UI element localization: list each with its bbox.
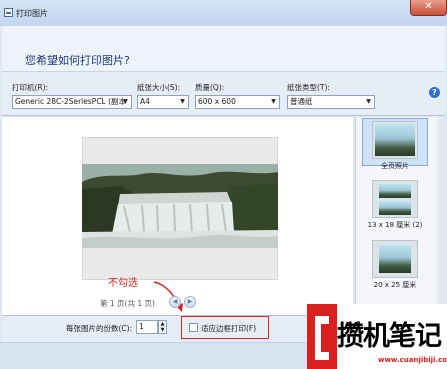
printer-label: 打印机(R):: [12, 83, 49, 92]
layout-item-20x25[interactable]: 20 x 25 厘米: [362, 238, 428, 289]
quality-value: 600 x 600: [198, 97, 236, 106]
copies-label: 每张图片的份数(C):: [66, 324, 133, 333]
paper-type-select[interactable]: 普通纸 ▼: [287, 95, 375, 109]
paper-size-label: 纸张大小(S):: [137, 83, 181, 92]
copies-input[interactable]: 1: [136, 320, 158, 334]
chevron-down-icon: ▼: [271, 98, 276, 105]
logo-text: 攒机笔记: [337, 321, 442, 352]
chevron-down-icon: ▼: [123, 98, 128, 105]
close-button[interactable]: ✕: [410, 0, 447, 16]
chevron-down-icon: ▼: [366, 98, 371, 105]
waterfall-photo: [82, 164, 278, 248]
next-page-button[interactable]: ▶: [184, 296, 196, 308]
chevron-down-icon: ▼: [180, 98, 185, 105]
layout-label: 20 x 25 厘米: [373, 281, 417, 289]
quality-label: 质量(Q):: [195, 83, 225, 92]
options-bar: [2, 72, 445, 116]
printer-app-icon: [4, 8, 13, 17]
layout-scrollbar[interactable]: [437, 117, 445, 315]
paper-type-label: 纸张类型(T):: [287, 83, 330, 92]
paper-type-value: 普通纸: [290, 97, 313, 106]
fit-frame-checkbox[interactable]: [189, 323, 198, 332]
previous-page-button[interactable]: ◀: [169, 296, 181, 308]
page-indicator: 第 1 页(共 1 页): [100, 299, 155, 308]
paper-size-value: A4: [140, 97, 150, 106]
layout-thumbnail: [372, 240, 418, 278]
layout-label: 全页照片: [381, 162, 409, 170]
copies-stepper[interactable]: ▲ ▼: [158, 320, 167, 334]
layout-item-13x18[interactable]: 13 x 18 厘米 (2): [362, 178, 428, 229]
printer-value: Generic 28C-2SeriesPCL (副本: [15, 97, 127, 106]
help-icon[interactable]: ?: [429, 87, 440, 98]
paper-size-select[interactable]: A4 ▼: [137, 95, 189, 109]
title-bar: 打印图片: [0, 0, 447, 26]
printer-select[interactable]: Generic 28C-2SeriesPCL (副本 ▼: [12, 95, 132, 109]
layout-item-full-page[interactable]: 全页照片: [362, 118, 428, 170]
layout-thumbnail: [372, 121, 418, 159]
layout-label: 13 x 18 厘米 (2): [367, 221, 423, 229]
logo-url: www.cuanjibiji.com: [378, 356, 447, 364]
window-title: 打印图片: [16, 9, 48, 18]
quality-select[interactable]: 600 x 600 ▼: [195, 95, 280, 109]
annotation-text: 不勾选: [108, 278, 138, 289]
layout-thumbnail: [372, 180, 418, 218]
page-question: 您希望如何打印图片?: [25, 54, 130, 67]
fit-frame-label[interactable]: 适应边框打印(F): [201, 323, 256, 334]
